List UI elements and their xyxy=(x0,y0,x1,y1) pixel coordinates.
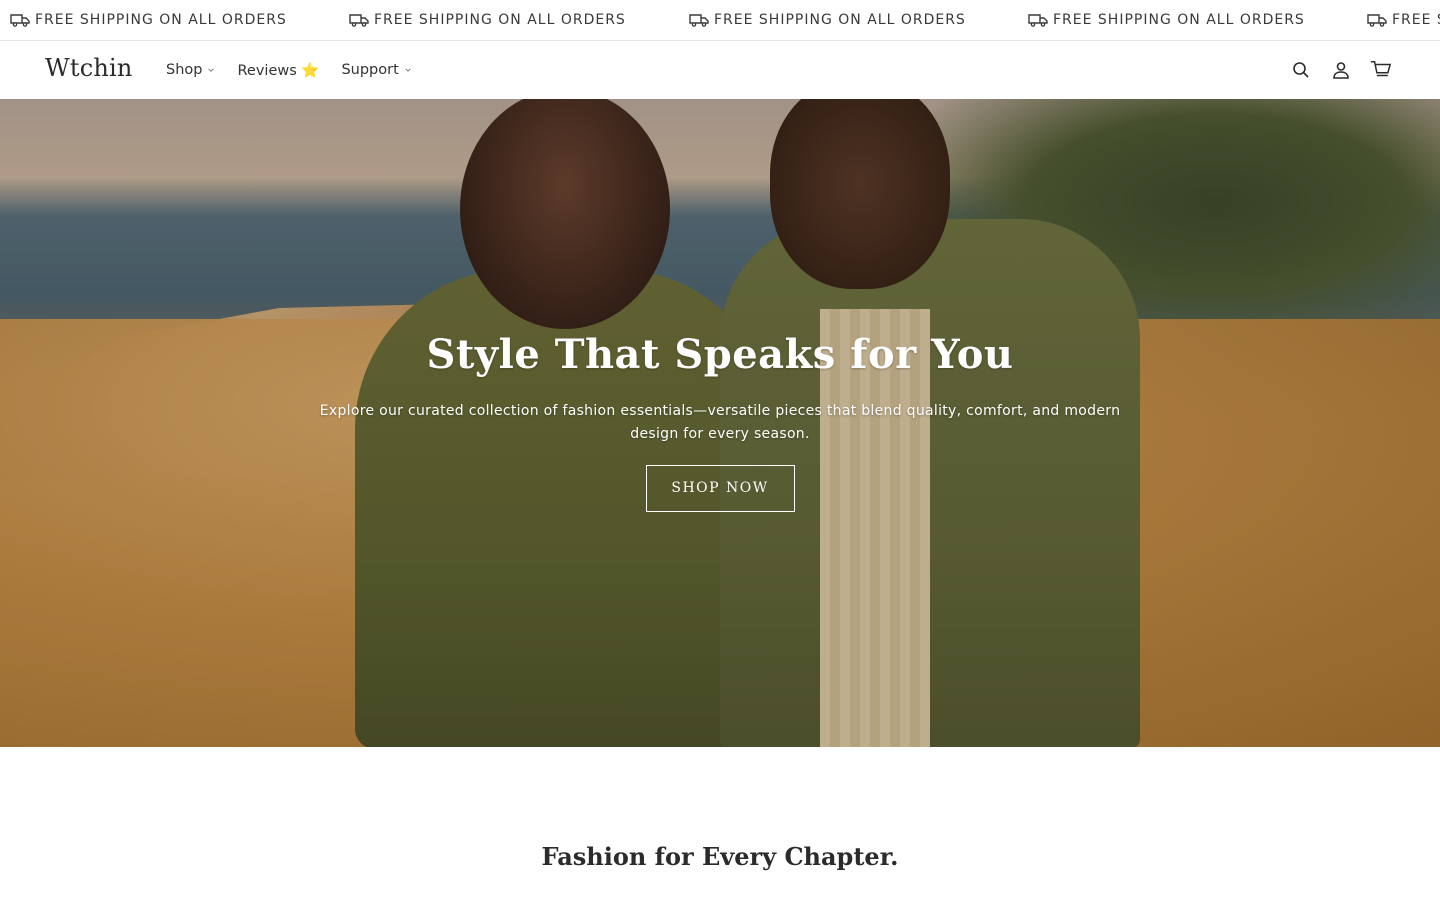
main-nav: Shop Reviews ⭐ Support xyxy=(166,41,434,99)
nav-item-label: Support xyxy=(341,62,399,78)
hero-banner: Style That Speaks for You Explore our cu… xyxy=(0,99,1440,747)
shop-now-button[interactable]: SHOP NOW xyxy=(645,465,795,512)
account-icon[interactable] xyxy=(1330,59,1352,81)
truck-icon xyxy=(689,14,709,27)
announcement-text: FREE SHIPPING ON ALL ORDERS xyxy=(1392,12,1440,28)
hero-description: Explore our curated collection of fashio… xyxy=(319,403,1121,442)
announcement-item: FREE SHIPPING ON ALL ORDERS xyxy=(10,0,287,40)
hero-content: Style That Speaks for You Explore our cu… xyxy=(0,331,1440,512)
announcement-item: FREE SHIPPING ON ALL ORDERS xyxy=(1367,0,1440,40)
truck-icon xyxy=(349,14,369,27)
truck-icon xyxy=(1367,14,1387,27)
search-icon[interactable] xyxy=(1290,59,1312,81)
site-header: Wtchin Shop Reviews ⭐ Support xyxy=(0,41,1440,99)
announcement-item: FREE SHIPPING ON ALL ORDERS xyxy=(1028,0,1305,40)
nav-item-reviews[interactable]: Reviews ⭐ xyxy=(237,62,319,79)
store-logo[interactable]: Wtchin xyxy=(45,54,133,82)
nav-item-support[interactable]: Support xyxy=(341,62,411,78)
header-icons xyxy=(1290,41,1392,99)
announcement-text: FREE SHIPPING ON ALL ORDERS xyxy=(374,12,626,28)
chevron-down-icon xyxy=(208,68,215,72)
truck-icon xyxy=(1028,14,1048,27)
truck-icon xyxy=(10,14,30,27)
announcement-text: FREE SHIPPING ON ALL ORDERS xyxy=(1053,12,1305,28)
hero-title: Style That Speaks for You xyxy=(426,331,1014,378)
announcement-text: FREE SHIPPING ON ALL ORDERS xyxy=(35,12,287,28)
nav-item-shop[interactable]: Shop xyxy=(166,62,215,78)
nav-item-label: Reviews ⭐ xyxy=(237,62,320,79)
announcement-text: FREE SHIPPING ON ALL ORDERS xyxy=(714,12,966,28)
announcement-item: FREE SHIPPING ON ALL ORDERS xyxy=(349,0,626,40)
nav-item-label: Shop xyxy=(166,62,203,78)
chevron-down-icon xyxy=(405,68,411,72)
announcement-item: FREE SHIPPING ON ALL ORDERS xyxy=(689,0,966,40)
section-title: Fashion for Every Chapter. xyxy=(541,842,899,871)
cart-icon[interactable] xyxy=(1370,59,1392,81)
announcement-bar: FREE SHIPPING ON ALL ORDERS FREE SHIPPIN… xyxy=(0,0,1440,41)
